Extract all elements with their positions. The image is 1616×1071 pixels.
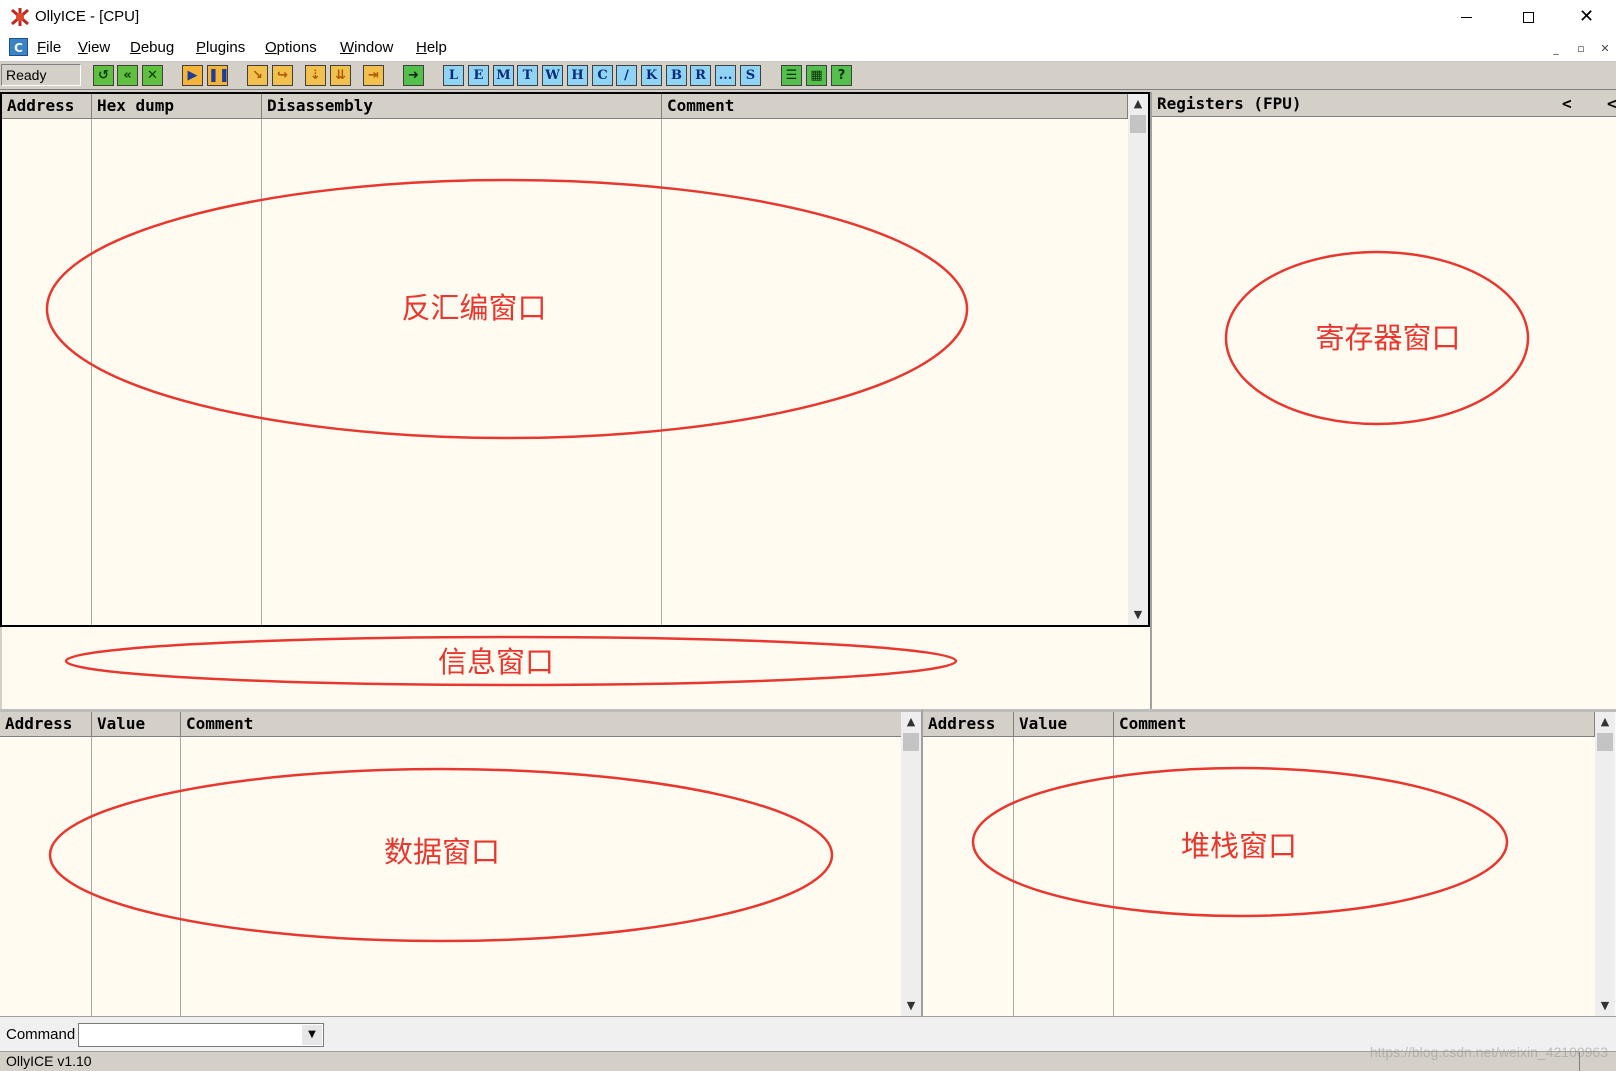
command-input[interactable] [81,1025,305,1047]
help-icon[interactable]: ? [831,65,852,86]
trace-over-icon[interactable]: ⇊ [330,65,351,86]
patches-window-button[interactable]: / [616,65,637,86]
scroll-up-icon[interactable]: ▲ [1128,94,1148,114]
close-icon: ✕ [1579,6,1595,27]
close-program-icon[interactable]: ✕ [142,65,163,86]
column-divider [1013,737,1014,1016]
menu-view[interactable]: View [78,39,110,56]
trace-into-icon[interactable]: ⇣ [305,65,326,86]
run-trace-window-button[interactable]: ... [715,65,736,86]
column-header-value[interactable]: Value [1014,712,1114,737]
column-header-hex-dump[interactable]: Hex dump [92,94,262,119]
modules-window-button[interactable]: E [468,65,489,86]
references-window-button[interactable]: R [690,65,711,86]
scroll-thumb[interactable] [1130,115,1146,133]
menu-options[interactable]: Options [265,39,317,56]
breakpoints-window-button[interactable]: B [666,65,687,86]
column-divider [180,737,181,1016]
handles-window-button[interactable]: H [567,65,588,86]
column-divider [661,119,662,625]
registers-collapse-arrow[interactable]: < [1562,94,1572,113]
menu-window[interactable]: Window [340,39,393,56]
pause-icon[interactable]: ❚❚ [207,65,230,86]
menu-bar: C File View Debug Plugins Options Window… [0,35,1616,62]
close-button[interactable]: ✕ [1564,0,1610,35]
column-header-address[interactable]: Address [923,712,1014,737]
window-title: OllyICE - [CPU] [35,8,140,25]
maximize-icon [1523,12,1534,23]
column-header-comment[interactable]: Comment [1114,712,1595,737]
mdi-restore-button[interactable]: ▫ [1573,41,1589,56]
ollyice-window: OllyICE - [CPU] ✕ C File View Debug Plug… [0,0,1616,1071]
disassembly-pane[interactable]: Address Hex dump Disassembly Comment ▲ ▼ [0,92,1150,627]
command-combobox[interactable]: ▼ [78,1023,324,1047]
options-icon[interactable]: ☰ [781,65,802,86]
stack-scrollbar[interactable]: ▲ ▼ [1595,712,1615,1016]
go-to-user-code-icon[interactable]: ➜ [403,65,424,86]
step-over-icon[interactable]: ↪ [272,65,293,86]
registers-header[interactable]: Registers (FPU) [1152,92,1616,117]
mdi-close-button[interactable]: ✕ [1597,41,1613,56]
watermark: https://blog.csdn.net/weixin_42100963 [1369,1044,1608,1060]
scroll-thumb[interactable] [903,733,919,751]
run-icon[interactable]: ▶ [182,65,203,86]
menu-debug[interactable]: Debug [130,39,174,56]
toolbar: Ready ↺ « ✕ ▶ ❚❚ ↘ ↪ ⇣ ⇊ ⇥ ➜ L E M T W H… [0,62,1616,90]
chevron-down-icon[interactable]: ▼ [302,1025,322,1045]
step-into-icon[interactable]: ↘ [247,65,268,86]
stack-pane[interactable]: Address Value Comment ▲ ▼ [923,709,1616,1016]
open-icon[interactable]: ↺ [93,65,114,86]
scroll-up-icon[interactable]: ▲ [1595,712,1615,732]
scroll-thumb[interactable] [1597,733,1613,751]
status-indicator: Ready [1,64,81,86]
column-header-comment[interactable]: Comment [181,712,903,737]
windows-window-button[interactable]: W [542,65,563,86]
memory-window-button[interactable]: M [493,65,514,86]
call-stack-window-button[interactable]: K [641,65,662,86]
restart-icon[interactable]: « [117,65,138,86]
command-label: Command [6,1026,76,1043]
registers-pane[interactable]: Registers (FPU) < < [1150,92,1616,709]
log-window-button[interactable]: L [443,65,464,86]
version-label: OllyICE v1.10 [6,1053,92,1069]
menu-plugins[interactable]: Plugins [196,39,245,56]
scroll-up-icon[interactable]: ▲ [901,712,921,732]
scroll-down-icon[interactable]: ▼ [1595,996,1615,1016]
cpu-window-button[interactable]: C [592,65,613,86]
menu-help[interactable]: Help [416,39,447,56]
dump-pane[interactable]: Address Value Comment ▲ ▼ [0,709,923,1016]
column-divider [261,119,262,625]
maximize-button[interactable] [1506,0,1552,35]
registers-switch-arrow[interactable]: < [1607,94,1616,113]
dump-scrollbar[interactable]: ▲ ▼ [901,712,921,1016]
execute-till-return-icon[interactable]: ⇥ [363,65,384,86]
column-divider [91,737,92,1016]
source-window-button[interactable]: S [740,65,761,86]
column-divider [1113,737,1114,1016]
info-pane [0,627,1150,709]
scroll-down-icon[interactable]: ▼ [901,996,921,1016]
column-header-address[interactable]: Address [2,94,92,119]
threads-window-button[interactable]: T [517,65,538,86]
appearance-icon[interactable]: ▦ [806,65,827,86]
column-header-disassembly[interactable]: Disassembly [262,94,662,119]
bug-icon [9,7,31,27]
mdi-minimize-button[interactable]: _ [1548,41,1564,56]
scroll-down-icon[interactable]: ▼ [1128,605,1148,625]
disassembly-scrollbar[interactable]: ▲ ▼ [1128,94,1148,625]
cpu-window-icon[interactable]: C [9,38,28,56]
menu-file[interactable]: File [37,39,61,56]
minimize-button[interactable] [1444,0,1490,35]
column-divider [91,119,92,625]
title-bar: OllyICE - [CPU] ✕ [0,0,1616,35]
minimize-icon [1461,17,1472,18]
column-header-value[interactable]: Value [92,712,181,737]
column-header-comment[interactable]: Comment [662,94,1128,119]
column-header-address[interactable]: Address [0,712,92,737]
